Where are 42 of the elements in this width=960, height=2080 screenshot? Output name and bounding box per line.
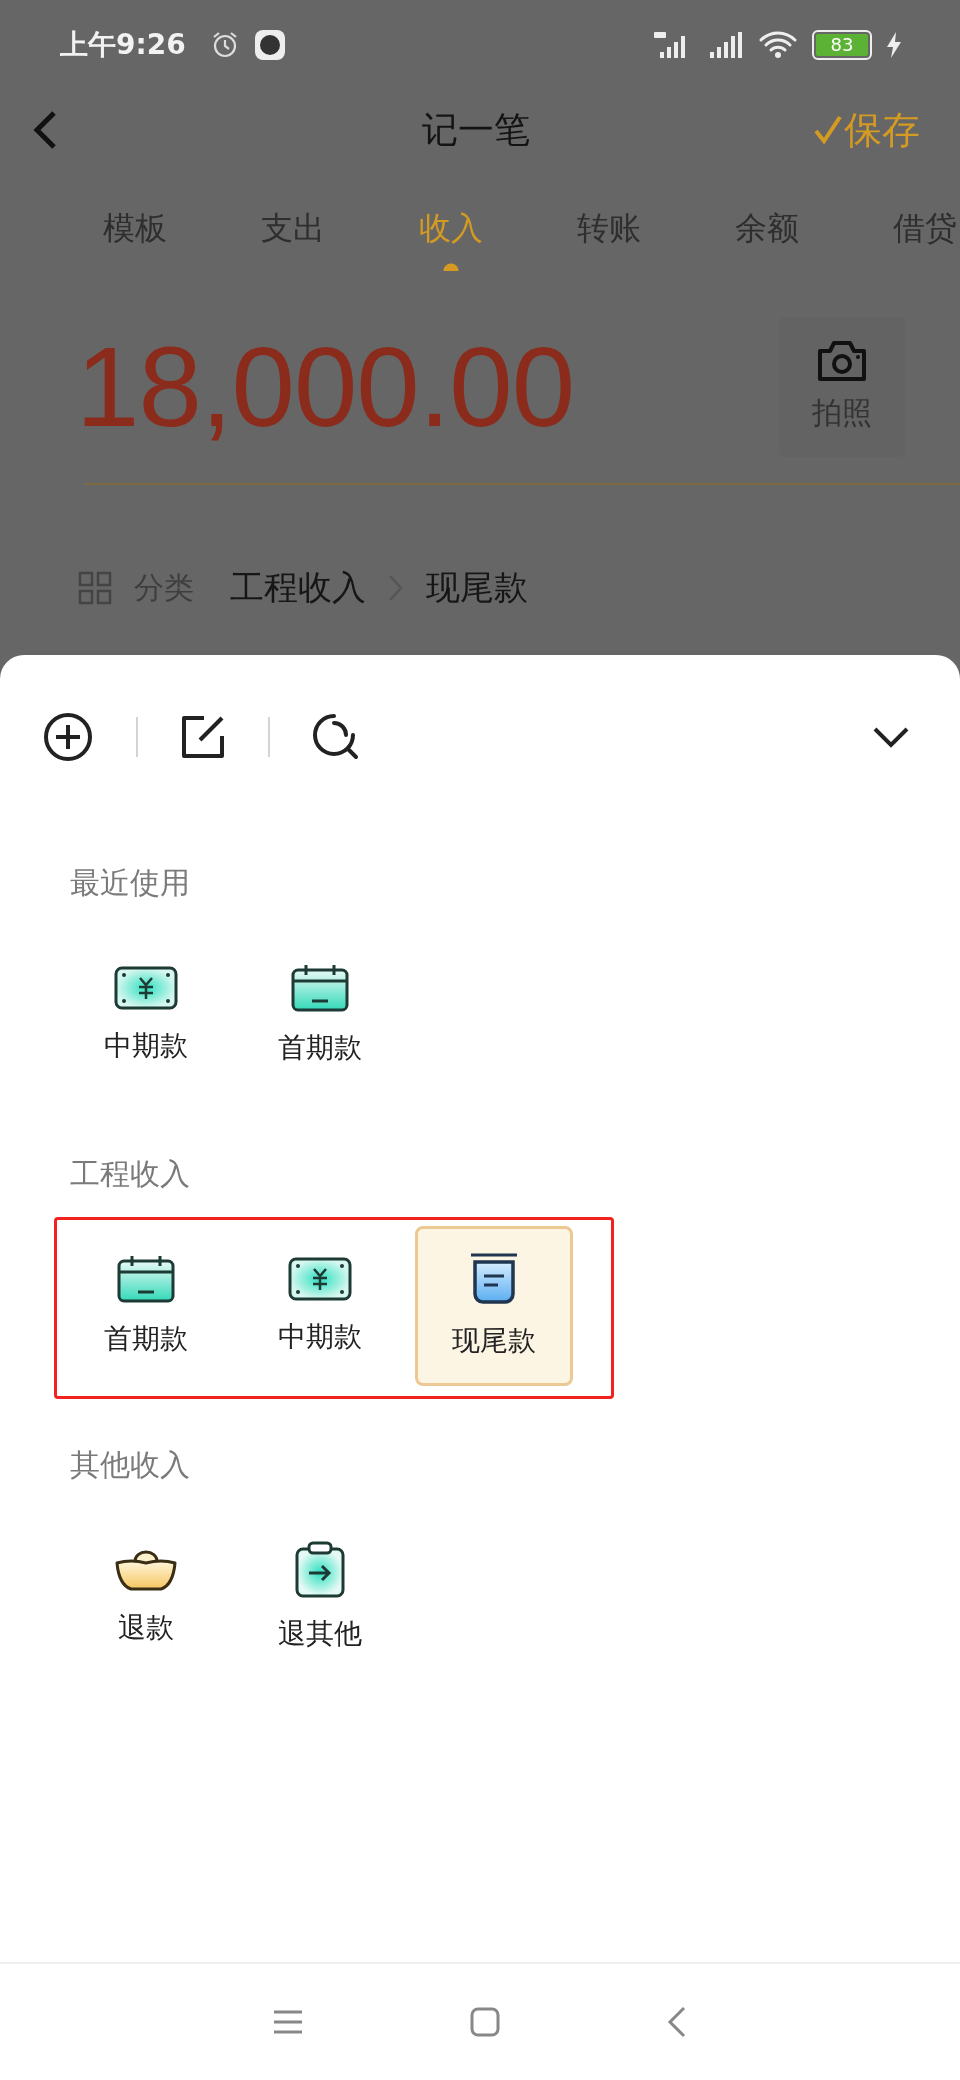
tab[interactable]: 余额 bbox=[735, 207, 799, 271]
category-item[interactable]: 首期款 bbox=[241, 935, 399, 1095]
calendar-icon bbox=[116, 1254, 176, 1304]
banknote-icon bbox=[288, 1256, 352, 1302]
tab[interactable]: 模板 bbox=[103, 207, 167, 271]
back-icon[interactable] bbox=[32, 110, 58, 150]
edit-icon[interactable] bbox=[180, 714, 226, 760]
category-item[interactable]: 首期款 bbox=[67, 1226, 225, 1386]
category-child: 现尾款 bbox=[426, 566, 528, 609]
home-icon[interactable] bbox=[469, 2006, 501, 2038]
jar-icon bbox=[469, 1252, 519, 1306]
status-time: 上午9:26 bbox=[60, 27, 186, 63]
collapse-chevron-icon[interactable] bbox=[872, 725, 910, 749]
amount: 18,000.00 bbox=[76, 322, 575, 452]
menu-icon[interactable] bbox=[272, 2009, 304, 2035]
charging-icon bbox=[886, 32, 902, 58]
save-button[interactable]: 保存 bbox=[814, 104, 920, 156]
clipboard-icon bbox=[293, 1541, 347, 1599]
category-item[interactable]: 退款 bbox=[67, 1517, 225, 1677]
checkmark-icon bbox=[814, 115, 842, 145]
back-icon[interactable] bbox=[666, 2005, 688, 2039]
category-item[interactable]: 中期款 bbox=[67, 935, 225, 1095]
category-item[interactable]: 中期款 bbox=[241, 1226, 399, 1386]
category-item[interactable]: 退其他 bbox=[241, 1517, 399, 1677]
calendar-icon bbox=[290, 963, 350, 1013]
grid-icon bbox=[78, 571, 112, 605]
section-title: 最近使用 bbox=[70, 864, 190, 902]
section-title: 工程收入 bbox=[70, 1155, 190, 1193]
battery-level: 83 bbox=[816, 34, 868, 56]
banknote-icon bbox=[114, 965, 178, 1011]
wifi-icon bbox=[758, 30, 798, 60]
category-parent: 工程收入 bbox=[230, 566, 366, 609]
tab[interactable]: 支出 bbox=[261, 207, 325, 271]
tab[interactable]: 借贷 bbox=[893, 207, 957, 271]
section-title: 其他收入 bbox=[70, 1446, 190, 1484]
search-icon[interactable] bbox=[312, 713, 360, 761]
add-icon[interactable] bbox=[42, 711, 94, 763]
page-title: 记一笔 bbox=[422, 107, 530, 152]
app-icon bbox=[253, 29, 286, 61]
category-item[interactable]: 现尾款 bbox=[415, 1226, 573, 1386]
tab[interactable]: 转账 bbox=[577, 207, 641, 271]
camera-icon bbox=[816, 339, 868, 383]
